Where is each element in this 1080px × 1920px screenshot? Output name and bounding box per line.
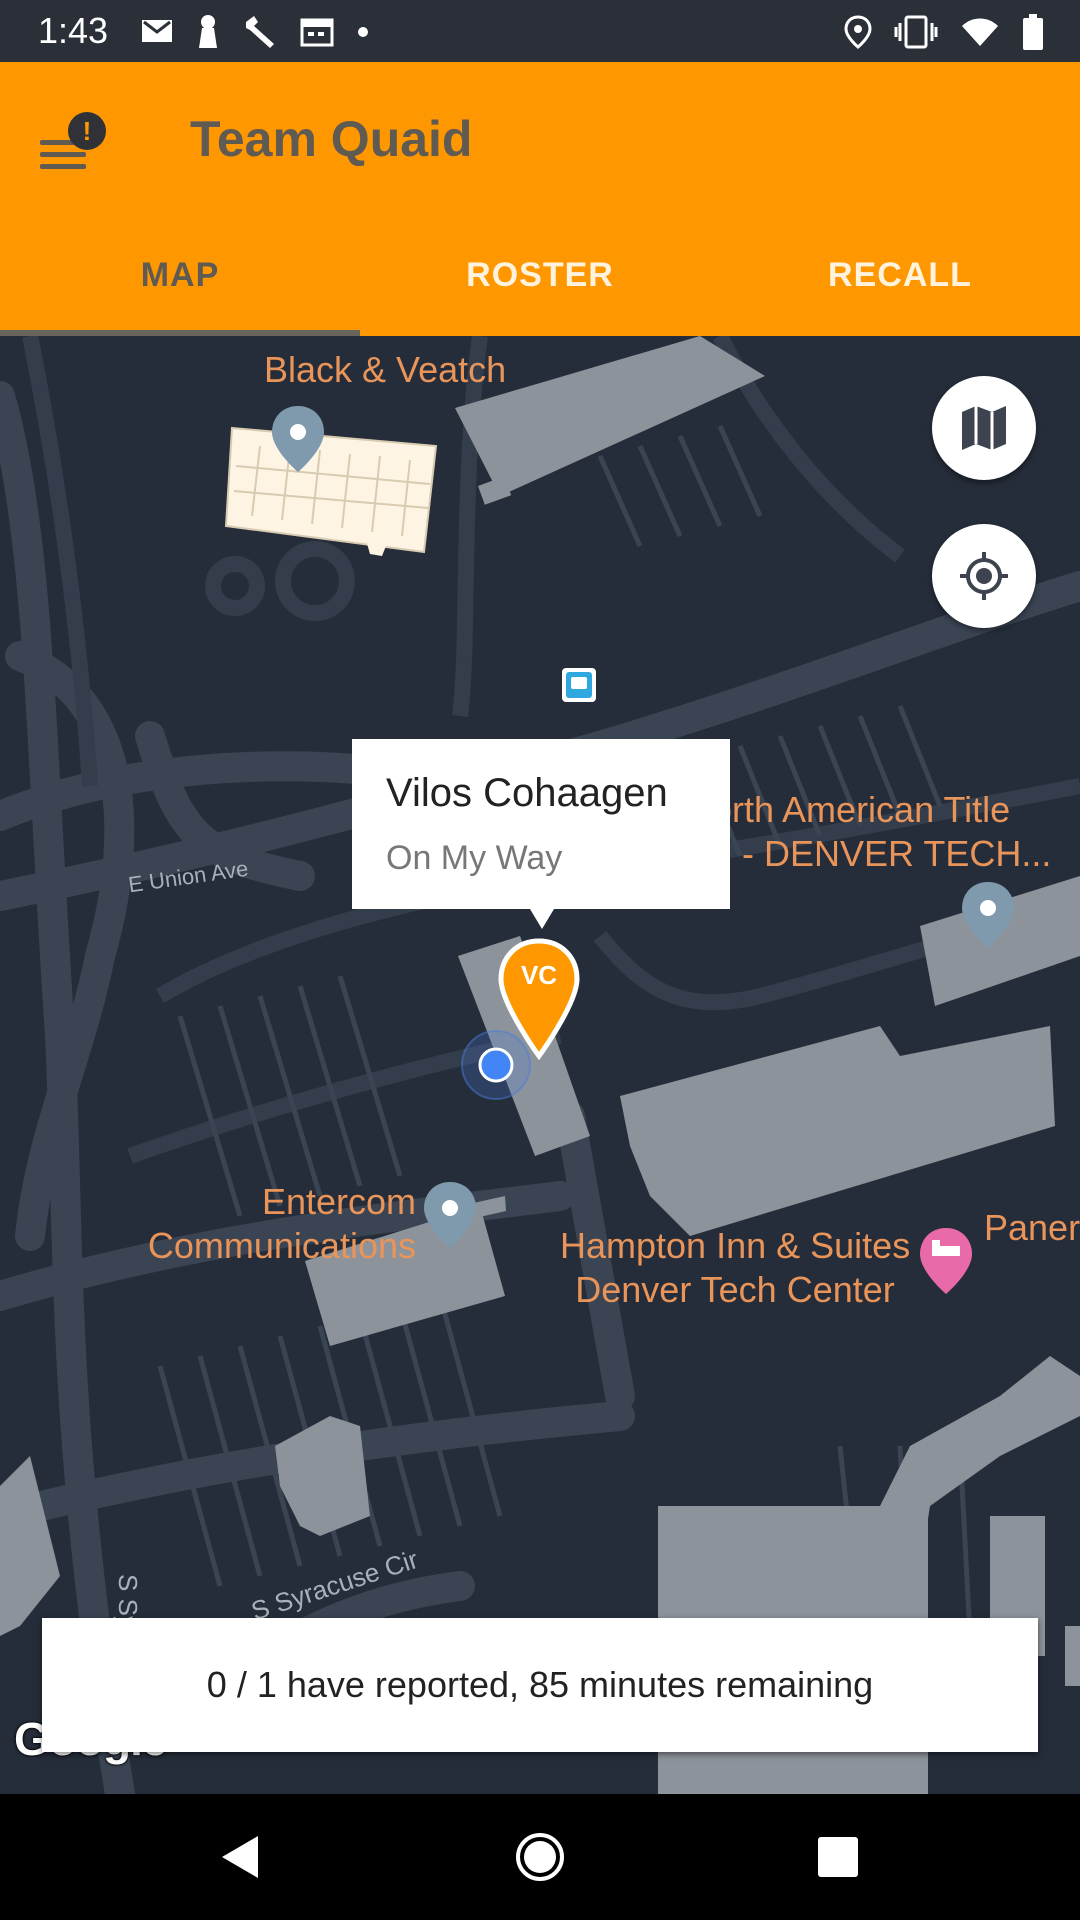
report-status-bar: 0 / 1 have reported, 85 minutes remainin… (42, 1618, 1038, 1752)
page-title: Team Quaid (190, 111, 473, 167)
keyhole-icon (199, 15, 217, 48)
place-label-line: - DENVER TECH... (742, 833, 1052, 874)
menu-icon-bar (40, 164, 86, 169)
member-name: Vilos Cohaagen (386, 771, 668, 815)
wrench-icon (246, 16, 274, 48)
place-label-north-american-title[interactable]: orth American Title - DENVER TECH... (712, 788, 1051, 876)
vibrate-icon (894, 15, 938, 49)
tab-bar: MAP ROSTER RECALL (0, 244, 1080, 336)
crosshair-icon (960, 552, 1008, 600)
marker-pin-icon (498, 938, 580, 1061)
marker-initials: VC (520, 960, 558, 990)
dot-icon (358, 27, 368, 37)
location-icon (844, 15, 872, 49)
place-label-entercom[interactable]: Entercom Communications (136, 1180, 416, 1268)
menu-button[interactable]: ! (34, 112, 112, 182)
tab-map[interactable]: MAP (0, 244, 360, 336)
alert-badge: ! (68, 112, 106, 150)
member-marker[interactable]: VC (498, 938, 580, 1061)
place-label-panera[interactable]: Panera (984, 1206, 1080, 1250)
back-icon (222, 1836, 258, 1878)
map-view[interactable]: Black & Veatch orth American Title - DEN… (0, 336, 1080, 1794)
map-icon (962, 406, 1006, 450)
back-button[interactable] (180, 1794, 300, 1920)
status-time: 1:43 (38, 10, 109, 51)
member-status: On My Way (386, 839, 563, 877)
recents-button[interactable] (778, 1794, 898, 1920)
wifi-icon (962, 18, 998, 46)
menu-icon-bar (40, 152, 86, 157)
navigation-bar (0, 1794, 1080, 1920)
home-icon (516, 1833, 564, 1881)
place-label-line: Hampton Inn & Suites (560, 1225, 911, 1266)
tab-recall[interactable]: RECALL (720, 244, 1080, 336)
recents-icon (818, 1837, 858, 1877)
map-type-button[interactable] (932, 376, 1036, 480)
place-label-line: Entercom (261, 1181, 416, 1222)
place-label-line: orth American Title (712, 789, 1011, 830)
place-label-hampton-inn[interactable]: Hampton Inn & Suites Denver Tech Center (560, 1224, 910, 1312)
member-info-window[interactable]: Vilos Cohaagen On My Way (352, 739, 730, 929)
home-button[interactable] (480, 1794, 600, 1920)
notification-icons (140, 14, 370, 48)
place-label-line: Communications (147, 1225, 416, 1266)
battery-icon (1023, 14, 1043, 50)
status-bar: 1:43 (0, 0, 1080, 62)
app-bar: ! Team Quaid MAP ROSTER RECALL (0, 62, 1080, 336)
my-location-button[interactable] (932, 524, 1036, 628)
tab-roster[interactable]: ROSTER (360, 244, 720, 336)
map-base (0, 336, 1080, 1794)
system-icons (844, 14, 1044, 50)
place-label-black-veatch[interactable]: Black & Veatch (264, 348, 506, 392)
calendar-icon (300, 18, 334, 47)
gmail-icon (142, 20, 172, 42)
place-label-line: Denver Tech Center (575, 1269, 895, 1310)
